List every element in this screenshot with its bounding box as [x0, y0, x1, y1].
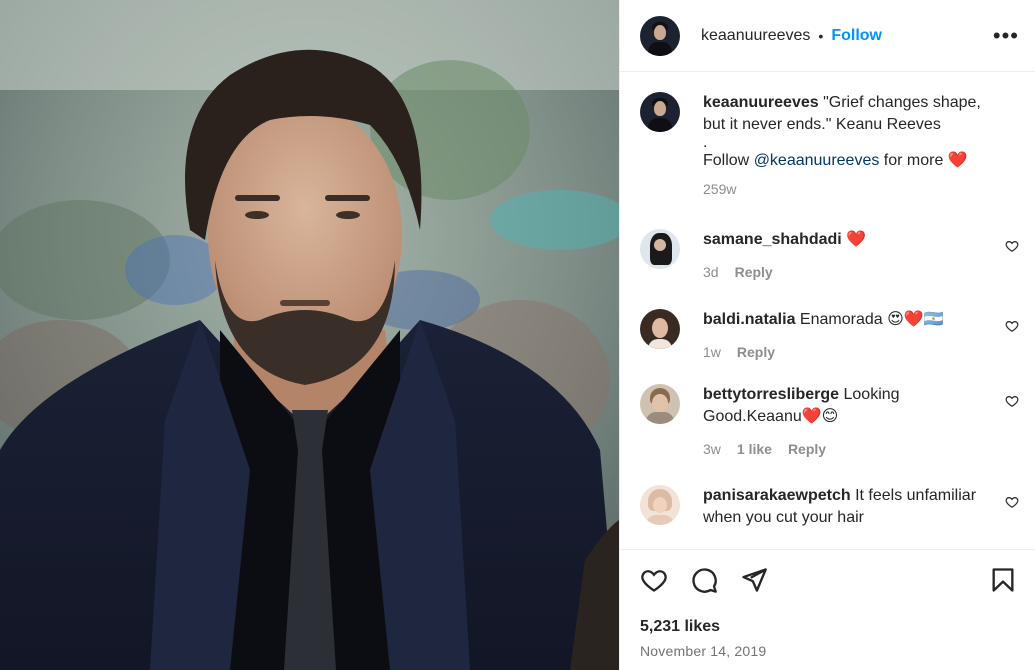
commenter-avatar[interactable]	[640, 309, 680, 349]
post-side-panel: keaanuureeves • Follow ••• keaanuureeves…	[619, 0, 1035, 670]
comment-username[interactable]: bettytorresliberge	[703, 386, 839, 403]
author-avatar[interactable]	[640, 15, 680, 56]
like-comment-heart-icon[interactable]	[1005, 319, 1019, 333]
commenter-avatar[interactable]	[640, 229, 680, 269]
likes-count[interactable]: 5,231 likes	[640, 618, 1019, 636]
reply-button[interactable]: Reply	[737, 341, 775, 363]
comments-section[interactable]: keaanuureeves "Grief changes shape, but …	[620, 72, 1035, 549]
reply-button[interactable]: Reply	[788, 438, 826, 460]
caption-avatar[interactable]	[640, 92, 680, 132]
comment-username[interactable]: baldi.natalia	[703, 311, 795, 328]
caption-follow-prefix: Follow	[703, 152, 754, 169]
comment-timestamp[interactable]: 3w	[703, 438, 721, 460]
caption-timestamp[interactable]: 259w	[703, 178, 736, 200]
more-options-icon[interactable]: •••	[993, 24, 1019, 46]
comment-item: samane_shahdadi ❤️ 3d Reply	[640, 229, 1019, 283]
like-comment-heart-icon[interactable]	[1005, 394, 1019, 408]
comment-username[interactable]: panisarakaewpetch	[703, 487, 851, 504]
caption: keaanuureeves "Grief changes shape, but …	[640, 92, 1019, 200]
commenter-avatar[interactable]	[640, 384, 680, 424]
post-header: keaanuureeves • Follow •••	[620, 0, 1035, 72]
comment-text: Enamorada 😍❤️🇦🇷	[799, 311, 944, 328]
reply-button[interactable]: Reply	[735, 261, 773, 283]
comment-text: ❤️	[846, 231, 867, 248]
post-date[interactable]: November 14, 2019	[640, 643, 1019, 659]
comment-item: bettytorresliberge Looking Good.Keaanu❤️…	[640, 384, 1019, 460]
instagram-post: keaanuureeves • Follow ••• keaanuureeves…	[0, 0, 1035, 670]
comment-timestamp[interactable]: 3d	[703, 261, 719, 283]
like-heart-icon[interactable]	[640, 566, 670, 596]
follow-button[interactable]: Follow	[831, 27, 882, 45]
like-comment-heart-icon[interactable]	[1005, 495, 1019, 509]
comment-item: baldi.natalia Enamorada 😍❤️🇦🇷 1w Reply	[640, 309, 1019, 363]
like-comment-heart-icon[interactable]	[1005, 239, 1019, 253]
author-username[interactable]: keaanuureeves	[701, 27, 810, 45]
post-photo[interactable]	[0, 0, 619, 670]
share-paper-plane-icon[interactable]	[740, 566, 770, 596]
comment-item: panisarakaewpetch It feels unfamiliar wh…	[640, 485, 1019, 529]
comment-username[interactable]: samane_shahdadi	[703, 231, 842, 248]
commenter-avatar[interactable]	[640, 485, 680, 525]
red-heart-emoji: ❤️	[947, 152, 968, 169]
comment-like-count[interactable]: 1 like	[737, 438, 772, 460]
comment-timestamp[interactable]: 1w	[703, 341, 721, 363]
caption-follow-suffix: for more	[879, 152, 948, 169]
comment-bubble-icon[interactable]	[690, 566, 720, 596]
caption-mention-link[interactable]: @keaanuureeves	[754, 152, 880, 169]
separator-dot: •	[818, 27, 824, 44]
photo-illustration	[0, 0, 619, 670]
post-actions: 5,231 likes November 14, 2019	[620, 549, 1035, 670]
bookmark-icon[interactable]	[989, 566, 1019, 596]
caption-dot: .	[703, 134, 708, 151]
caption-username[interactable]: keaanuureeves	[703, 94, 819, 111]
